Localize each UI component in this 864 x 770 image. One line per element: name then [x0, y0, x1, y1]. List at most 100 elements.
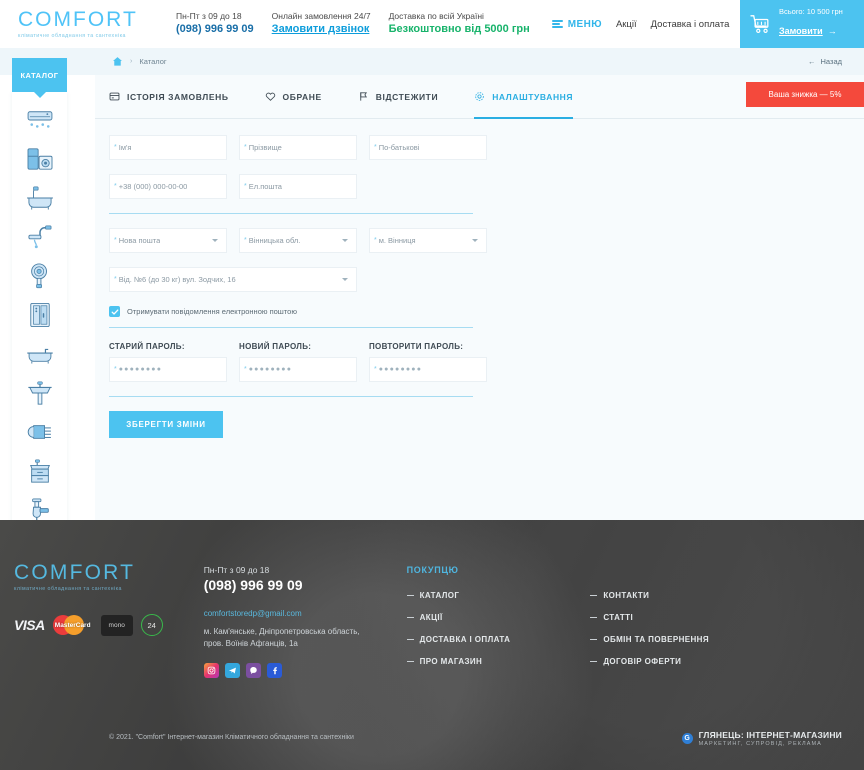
required-mark: *: [374, 237, 377, 244]
back-link[interactable]: ← Назад: [808, 57, 842, 66]
tab-favorites[interactable]: ОБРАНЕ: [265, 75, 322, 119]
city-select[interactable]: * м. Вінниця: [369, 228, 487, 253]
payment-methods: VISA MasterCard mono 24: [14, 614, 163, 636]
discount-badge: Ваша знижка — 5%: [746, 82, 864, 107]
air-conditioner-icon: [27, 111, 52, 128]
repeat-password-field[interactable]: * ●●●●●●●●: [369, 357, 487, 382]
footer-address-line2: пров. Воїнів Афганців, 1а: [203, 639, 298, 648]
agency-name: ГЛЯНЕЦЬ: ІНТЕРНЕТ-МАГАЗИНИ: [698, 730, 842, 740]
email-subscribe-label: Отримувати повідомлення електронною пошт…: [127, 307, 297, 316]
footer-phone[interactable]: (098) 996 99 09: [204, 577, 360, 593]
new-password-value: ●●●●●●●●: [248, 366, 293, 373]
old-password-field[interactable]: * ●●●●●●●●: [109, 357, 227, 382]
payment-visa-icon: VISA: [14, 617, 45, 633]
footer-link-articles[interactable]: СТАТТІ: [590, 613, 709, 622]
agency-text: ГЛЯНЕЦЬ: ІНТЕРНЕТ-МАГАЗИНИ МАРКЕТИНГ, СУ…: [699, 730, 842, 747]
footer-link-exchange-return[interactable]: ОБМІН ТА ПОВЕРНЕННЯ: [590, 635, 709, 644]
footer-link-offer-agreement[interactable]: ДОГОВІР ОФЕРТИ: [590, 657, 709, 666]
phone-field[interactable]: * +38 (000) 000-00-00: [109, 174, 227, 199]
branch-select[interactable]: * Від. №6 (до 30 кг) вул. Зодчих, 16: [109, 267, 357, 292]
required-mark: *: [114, 366, 117, 373]
sidebar-item-bath[interactable]: [23, 340, 57, 368]
city-value: м. Вінниця: [378, 236, 416, 245]
sidebar-item-faucet[interactable]: [23, 223, 57, 251]
nav-item-promos[interactable]: Акції: [616, 19, 637, 30]
form-row-name: * Ім'я * Прізвище * По-батькові: [109, 135, 864, 160]
required-mark: *: [244, 144, 247, 151]
footer-links-col-2: КОНТАКТИ СТАТТІ ОБМІН ТА ПОВЕРНЕННЯ ДОГО…: [590, 591, 709, 666]
form-divider-middle: [109, 327, 473, 328]
tab-favorites-label: ОБРАНЕ: [282, 91, 322, 102]
footer-link-about-store[interactable]: ПРО МАГАЗИН: [406, 657, 511, 666]
first-name-field[interactable]: * Ім'я: [109, 135, 227, 160]
cart-arrow-icon: →: [827, 25, 837, 36]
sidebar-item-towel-radiator[interactable]: [23, 418, 57, 446]
email-subscribe-checkbox[interactable]: [109, 306, 120, 317]
password-headings: СТАРИЙ ПАРОЛЬ: НОВИЙ ПАРОЛЬ: ПОВТОРИТИ П…: [109, 342, 864, 351]
chevron-down-icon: [342, 239, 348, 242]
patronymic-field[interactable]: * По-батькові: [369, 135, 487, 160]
faucet-icon: [27, 225, 51, 249]
new-password-field[interactable]: * ●●●●●●●●: [239, 357, 357, 382]
catalog-header-button[interactable]: КАТАЛОГ: [12, 58, 67, 98]
breadcrumb-bar: › Каталог ← Назад: [0, 48, 864, 75]
sidebar-item-fridge-washer[interactable]: [23, 145, 57, 173]
logo-text: COMFORT: [18, 8, 138, 31]
sidebar-item-air-conditioner[interactable]: [23, 106, 57, 134]
required-mark: *: [114, 144, 117, 151]
phone-link[interactable]: (098) 996 99 09: [176, 22, 254, 37]
hours-label: Пн-Пт з 09 до 18: [176, 10, 242, 21]
footer-address: м. Кам'янське, Дніпропетровська область,…: [204, 626, 360, 650]
last-name-field[interactable]: * Прізвище: [239, 135, 357, 160]
chevron-down-icon: [342, 278, 348, 281]
sidebar-item-shower-cabin[interactable]: [23, 301, 57, 329]
footer-logo-text: COMFORT: [14, 561, 136, 584]
sink-pedestal-icon: [27, 381, 52, 405]
tab-order-history[interactable]: ІСТОРІЯ ЗАМОВЛЕНЬ: [109, 75, 229, 119]
agency-logo-icon: G: [681, 733, 693, 744]
header-info-delivery: Доставка по всій Україні Безкоштовно від…: [389, 11, 530, 37]
tab-track-order[interactable]: ВІДСТЕЖИТИ: [358, 75, 438, 119]
back-label: Назад: [820, 57, 843, 66]
footer-link-promos[interactable]: АКЦІЇ: [406, 613, 511, 622]
tab-settings[interactable]: НАЛАШТУВАННЯ: [474, 75, 574, 119]
email-field[interactable]: * Ел.пошта: [239, 174, 357, 199]
cart-text: Всього: 10 500 грн Замовити →: [779, 6, 843, 41]
cart-block[interactable]: Всього: 10 500 грн Замовити →: [740, 0, 864, 48]
facebook-icon[interactable]: [266, 663, 282, 678]
footer-content: COMFORT кліматичне обладнання та сантехн…: [0, 520, 864, 678]
shower-cabin-icon: [29, 303, 50, 327]
save-changes-button[interactable]: ЗБЕРЕГТИ ЗМІНИ: [109, 411, 223, 438]
agency-tagline: МАРКЕТИНГ, СУПРОВІД, РЕКЛАМА: [698, 741, 822, 747]
tab-settings-label: НАЛАШТУВАННЯ: [492, 91, 574, 102]
main-content: ІСТОРІЯ ЗАМОВЛЕНЬ ОБРАНЕ ВІДСТЕЖИТИ НАЛА…: [95, 75, 864, 520]
telegram-icon[interactable]: [224, 663, 240, 678]
home-icon[interactable]: [112, 56, 123, 67]
agency-credit[interactable]: G ГЛЯНЕЦЬ: ІНТЕРНЕТ-МАГАЗИНИ МАРКЕТИНГ, …: [681, 730, 842, 747]
sidebar-item-bathroom-cabinet[interactable]: [23, 457, 57, 485]
footer-address-line1: м. Кам'янське, Дніпропетровська область,: [203, 627, 360, 636]
old-password-value: ●●●●●●●●: [118, 366, 163, 373]
cart-order-link[interactable]: Замовити: [779, 26, 823, 36]
sidebar-item-bathtub-shower[interactable]: [23, 184, 57, 212]
viber-icon[interactable]: [245, 663, 261, 678]
nav-item-delivery-payment[interactable]: Доставка і оплата: [651, 19, 730, 30]
footer-link-delivery-payment[interactable]: ДОСТАВКА І ОПЛАТА: [406, 635, 511, 644]
repeat-password-value: ●●●●●●●●: [378, 366, 423, 373]
carrier-select[interactable]: * Нова пошта: [109, 228, 227, 253]
sidebar-item-shower-head[interactable]: [23, 262, 57, 290]
email-subscribe-row[interactable]: Отримувати повідомлення електронною пошт…: [109, 306, 864, 317]
payment-mastercard-icon: MasterCard: [52, 614, 93, 636]
footer-link-catalog[interactable]: КАТАЛОГ: [406, 591, 511, 600]
site-logo[interactable]: COMFORT кліматичне обладнання та сантехн…: [18, 9, 158, 39]
footer-email[interactable]: comfortstoredp@gmail.com: [204, 609, 360, 618]
old-password-label: СТАРИЙ ПАРОЛЬ:: [109, 342, 185, 351]
callback-link[interactable]: Замовити дзвінок: [272, 22, 371, 37]
account-tabs: ІСТОРІЯ ЗАМОВЛЕНЬ ОБРАНЕ ВІДСТЕЖИТИ НАЛА…: [95, 75, 864, 119]
instagram-icon[interactable]: [203, 663, 219, 678]
menu-button[interactable]: МЕНЮ: [551, 19, 602, 30]
required-mark: *: [114, 183, 117, 190]
region-select[interactable]: * Вінницька обл.: [239, 228, 357, 253]
footer-link-contacts[interactable]: КОНТАКТИ: [590, 591, 709, 600]
sidebar-item-sink-pedestal[interactable]: [23, 379, 57, 407]
